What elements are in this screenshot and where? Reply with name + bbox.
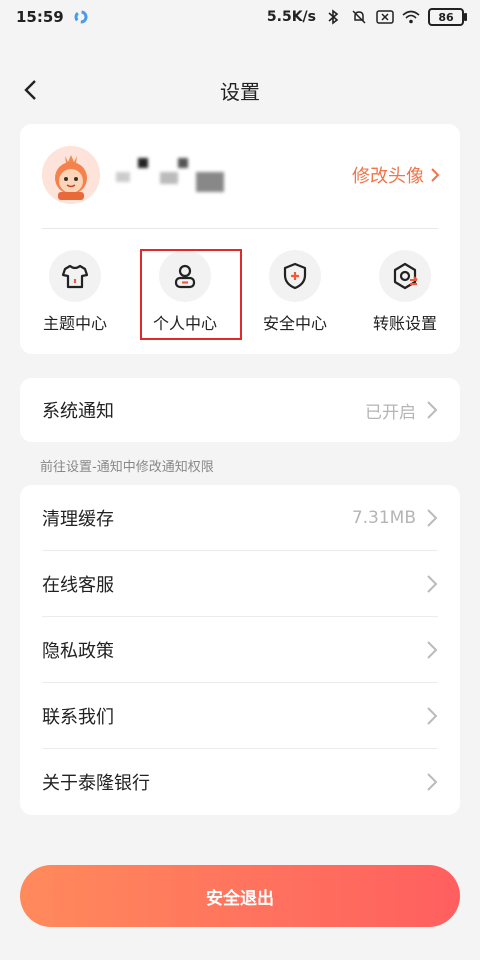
row-label: 系统通知 <box>42 401 114 422</box>
avatar[interactable] <box>42 146 100 204</box>
status-right: 5.5K/s 86 <box>266 8 467 26</box>
row-label: 隐私政策 <box>42 641 114 662</box>
quick-action-label: 安全中心 <box>262 314 327 333</box>
settings-row-contact-us[interactable]: 联系我们 <box>20 683 460 749</box>
transfer-settings-icon <box>379 250 431 302</box>
notification-card: 系统通知 已开启 <box>20 378 460 442</box>
quick-action-label: 主题中心 <box>42 314 107 333</box>
system-notification-row[interactable]: 系统通知 已开启 <box>20 378 460 442</box>
page-title: 设置 <box>220 79 260 104</box>
row-value: 7.31MB <box>351 508 416 528</box>
shield-icon <box>269 250 321 302</box>
quick-action-label: 转账设置 <box>372 314 437 333</box>
app-notification-icon <box>72 8 90 26</box>
status-bar: 15:59 5.5K/s 86 <box>0 0 480 34</box>
chevron-right-icon <box>431 168 440 182</box>
settings-row-privacy-policy[interactable]: 隐私政策 <box>20 617 460 683</box>
status-time: 15:59 <box>16 8 64 26</box>
status-left: 15:59 <box>16 8 90 26</box>
row-label: 在线客服 <box>42 575 114 596</box>
wifi-icon <box>402 8 420 26</box>
settings-row-online-service[interactable]: 在线客服 <box>20 551 460 617</box>
nav-bar: 设置 <box>0 64 480 116</box>
chevron-right-icon <box>427 641 438 659</box>
chevron-right-icon <box>427 575 438 593</box>
chevron-right-icon <box>427 509 438 527</box>
tshirt-icon <box>49 250 101 302</box>
logout-button[interactable]: 安全退出 <box>20 865 460 927</box>
no-sim-icon <box>376 8 394 26</box>
back-arrow-icon <box>24 80 36 100</box>
quick-action-transfer-settings[interactable]: 转账设置 <box>350 242 460 342</box>
chevron-right-icon <box>427 773 438 791</box>
row-value: 已开启 <box>365 402 416 423</box>
user-name-blurred <box>116 154 226 196</box>
quick-action-theme-center[interactable]: 主题中心 <box>20 242 130 342</box>
back-button[interactable] <box>14 74 46 106</box>
selection-highlight-box <box>140 249 242 340</box>
row-label: 关于泰隆银行 <box>42 773 150 794</box>
chevron-right-icon <box>427 401 438 419</box>
row-label: 联系我们 <box>42 707 114 728</box>
edit-avatar-link[interactable]: 修改头像 <box>352 162 440 188</box>
settings-row-about[interactable]: 关于泰隆银行 <box>20 749 460 815</box>
bluetooth-icon <box>324 8 342 26</box>
notification-hint: 前往设置-通知中修改通知权限 <box>40 460 214 475</box>
row-label: 清理缓存 <box>42 509 114 530</box>
battery-indicator: 86 <box>428 8 467 26</box>
settings-row-clear-cache[interactable]: 清理缓存 7.31MB <box>20 485 460 551</box>
chevron-right-icon <box>427 707 438 725</box>
settings-list-card: 清理缓存 7.31MB 在线客服 隐私政策 联系我们 关于泰隆银行 <box>20 485 460 815</box>
profile-row: 修改头像 <box>20 124 460 228</box>
mute-bell-icon <box>350 8 368 26</box>
edit-avatar-label: 修改头像 <box>352 166 424 187</box>
network-speed: 5.5K/s <box>266 9 316 25</box>
divider <box>42 228 438 229</box>
quick-action-security-center[interactable]: 安全中心 <box>240 242 350 342</box>
